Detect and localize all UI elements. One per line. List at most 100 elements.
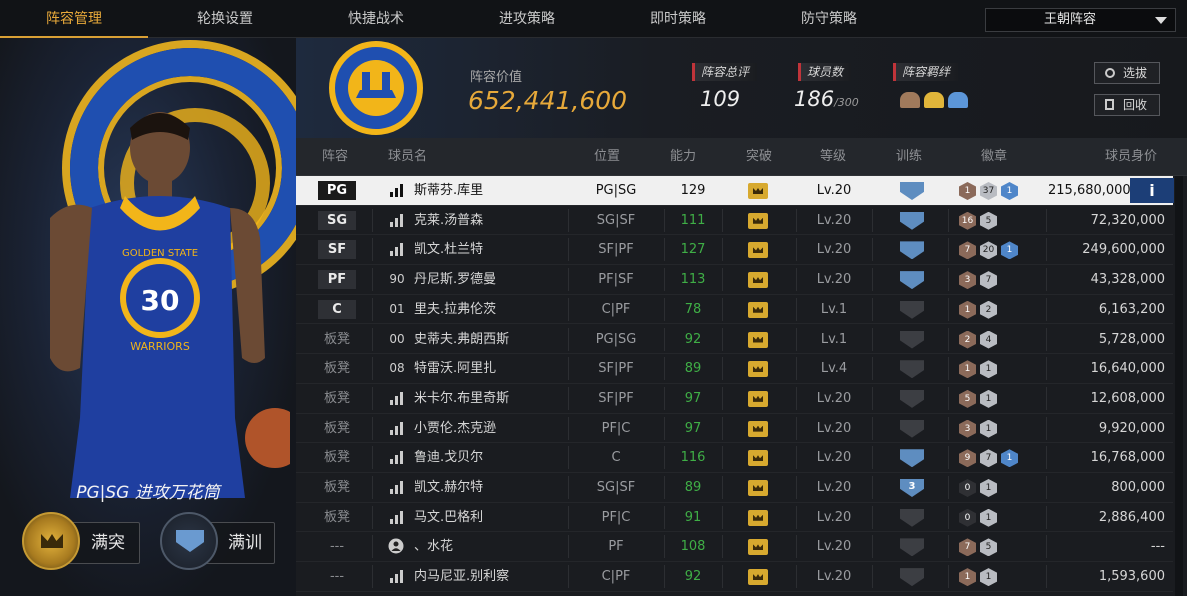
breakthrough-crown-icon[interactable] bbox=[22, 512, 80, 570]
player-level: Lv.20 bbox=[816, 212, 852, 228]
lineup-slot[interactable]: --- bbox=[318, 537, 356, 556]
lineup-slot[interactable]: 板凳 bbox=[318, 508, 356, 527]
column-divider bbox=[872, 268, 873, 292]
column-divider bbox=[372, 327, 373, 351]
breakthrough-crown-icon[interactable] bbox=[748, 212, 768, 229]
badge-icon: 5 bbox=[959, 389, 976, 408]
badge-icon: 20 bbox=[980, 241, 997, 260]
lineup-slot[interactable]: C bbox=[318, 299, 356, 319]
badge-icon: 7 bbox=[959, 241, 976, 260]
breakthrough-crown-icon[interactable] bbox=[748, 361, 768, 378]
header-badges: 徽章 bbox=[981, 149, 1008, 164]
training-shield-icon[interactable] bbox=[900, 449, 924, 468]
training-shield-icon[interactable] bbox=[900, 508, 924, 527]
header-lineup: 阵容 bbox=[322, 149, 349, 164]
training-shield-icon[interactable] bbox=[900, 241, 924, 260]
training-shield-icon[interactable] bbox=[900, 271, 924, 290]
select-button[interactable]: 选拔 bbox=[1094, 62, 1160, 84]
lineup-slot[interactable]: 板凳 bbox=[318, 448, 356, 467]
breakthrough-crown-icon[interactable] bbox=[748, 183, 768, 199]
training-shield-icon[interactable] bbox=[900, 360, 924, 379]
training-shield-icon[interactable] bbox=[160, 512, 218, 570]
table-row[interactable]: 板凳 鲁迪.戈贝尔 C 116 Lv.20 9 7 1 16,768,000 bbox=[296, 443, 1173, 473]
tab-2[interactable]: 轮换设置 bbox=[151, 0, 299, 38]
column-divider bbox=[1046, 327, 1047, 351]
player-level: Lv.20 bbox=[816, 272, 852, 288]
breakthrough-label: 满突 bbox=[91, 533, 125, 553]
training-shield-icon[interactable] bbox=[900, 300, 924, 319]
tab-5[interactable]: 即时策略 bbox=[604, 0, 752, 38]
info-button[interactable]: i bbox=[1130, 178, 1174, 203]
breakthrough-crown-icon[interactable] bbox=[748, 539, 768, 556]
table-row[interactable]: PG 斯蒂芬.库里 PG|SG 129 Lv.20 1 37 1 215,680,000 i bbox=[296, 176, 1174, 206]
table-row[interactable]: 板凳 马文.巴格利 PF|C 91 Lv.20 0 1 2,886,400 bbox=[296, 503, 1173, 533]
column-divider bbox=[872, 238, 873, 262]
lineup-slot[interactable]: 板凳 bbox=[318, 330, 356, 349]
badge-icon: 7 bbox=[980, 449, 997, 468]
player-ability: 97 bbox=[684, 390, 702, 406]
column-divider bbox=[872, 505, 873, 529]
breakthrough-crown-icon[interactable] bbox=[748, 272, 768, 289]
breakthrough-crown-icon[interactable] bbox=[748, 450, 768, 467]
breakthrough-crown-icon[interactable] bbox=[748, 480, 768, 496]
table-row[interactable]: --- 、水花 PF 108 Lv.20 7 5 --- bbox=[296, 532, 1173, 563]
lineup-slot[interactable]: 板凳 bbox=[318, 478, 356, 497]
roster-table: 阵容 球员名 位置 能力 突破 等级 训练 徽章 球员身价 PG 斯蒂芬.库里 PG… bbox=[296, 138, 1187, 596]
breakthrough-crown-icon[interactable] bbox=[748, 569, 768, 586]
breakthrough-crown-icon[interactable] bbox=[748, 242, 768, 259]
training-shield-icon[interactable] bbox=[900, 330, 924, 349]
table-row[interactable]: C 01 里夫.拉弗伦茨 C|PF 78 Lv.1 1 2 6,163,200 bbox=[296, 295, 1173, 325]
breakthrough-crown-icon[interactable] bbox=[748, 420, 768, 437]
breakthrough-crown-icon[interactable] bbox=[748, 390, 768, 407]
tab-6[interactable]: 防守策略 bbox=[755, 0, 903, 38]
lineup-slot[interactable]: SF bbox=[318, 240, 356, 260]
table-row[interactable]: SF 凯文.杜兰特 SF|PF 127 Lv.20 7 20 1 249,600,000 bbox=[296, 235, 1173, 266]
tab-1[interactable]: 阵容管理 bbox=[0, 0, 148, 38]
recycle-button[interactable]: 回收 bbox=[1094, 94, 1160, 116]
bond-blue-icon bbox=[948, 92, 968, 108]
lineup-slot[interactable]: PF bbox=[318, 270, 356, 290]
table-row[interactable]: PF 90 丹尼斯.罗德曼 PF|SF 113 Lv.20 3 7 43,328,000 bbox=[296, 265, 1173, 295]
training-shield-icon[interactable] bbox=[900, 568, 924, 587]
training-shield-icon[interactable] bbox=[900, 419, 924, 438]
team-logo-icon bbox=[329, 41, 423, 135]
tab-3[interactable]: 快捷战术 bbox=[302, 0, 450, 38]
table-row[interactable]: 板凳 米卡尔.布里奇斯 SF|PF 97 Lv.20 5 1 12,608,000 bbox=[296, 384, 1173, 414]
table-row[interactable]: 板凳 00 史蒂夫.弗朗西斯 PG|SG 92 Lv.1 2 4 5,728,000 bbox=[296, 325, 1173, 355]
table-row[interactable]: --- 内马尼亚.别利察 C|PF 92 Lv.20 1 1 1,593,600 bbox=[296, 562, 1173, 592]
training-shield-icon[interactable] bbox=[900, 538, 924, 557]
training-shield-icon[interactable] bbox=[900, 182, 924, 200]
training-shield-icon[interactable] bbox=[900, 211, 924, 230]
badge-icon: 2 bbox=[980, 300, 997, 319]
lineup-slot[interactable]: 板凳 bbox=[318, 359, 356, 378]
lineup-slot[interactable]: --- bbox=[318, 567, 356, 586]
breakthrough-crown-icon[interactable] bbox=[748, 331, 768, 348]
training-shield-icon[interactable]: 3 bbox=[900, 479, 924, 497]
lineup-slot[interactable]: 板凳 bbox=[318, 389, 356, 408]
column-divider bbox=[372, 386, 373, 410]
column-divider bbox=[1046, 268, 1047, 292]
table-row[interactable]: 板凳 08 特雷沃.阿里扎 SF|PF 89 Lv.4 1 1 16,640,000 bbox=[296, 354, 1173, 384]
badge-icon: 1 bbox=[1001, 241, 1018, 260]
table-row[interactable]: SG 克莱.汤普森 SG|SF 111 Lv.20 16 5 72,320,000 bbox=[296, 206, 1173, 236]
badge-icon: 1 bbox=[959, 300, 976, 319]
column-divider bbox=[872, 535, 873, 559]
training-shield-icon[interactable] bbox=[900, 389, 924, 408]
breakthrough-crown-icon[interactable] bbox=[748, 301, 768, 318]
lineup-slot[interactable]: SG bbox=[318, 210, 356, 230]
lineup-slot[interactable]: 板凳 bbox=[318, 419, 356, 438]
column-divider bbox=[872, 386, 873, 410]
rating-bars-icon bbox=[390, 481, 403, 494]
lineup-dropdown[interactable]: 王朝阵容 bbox=[985, 8, 1176, 32]
rating-bars-icon bbox=[390, 570, 403, 584]
rating-bars-icon bbox=[390, 421, 403, 435]
lineup-slot[interactable]: PG bbox=[318, 181, 356, 200]
table-row[interactable]: 板凳 小贾伦.杰克逊 PF|C 97 Lv.20 3 1 9,920,000 bbox=[296, 414, 1173, 444]
tab-4[interactable]: 进攻策略 bbox=[453, 0, 601, 38]
breakthrough-crown-icon[interactable] bbox=[748, 509, 768, 526]
column-divider bbox=[1046, 386, 1047, 410]
bond-icons[interactable] bbox=[900, 90, 980, 110]
scrollbar[interactable] bbox=[1175, 176, 1183, 596]
table-row[interactable]: 板凳 凯文.赫尔特 SG|SF 89 Lv.20 3 0 1 800,000 bbox=[296, 473, 1173, 503]
badge-icon: 5 bbox=[980, 538, 997, 557]
